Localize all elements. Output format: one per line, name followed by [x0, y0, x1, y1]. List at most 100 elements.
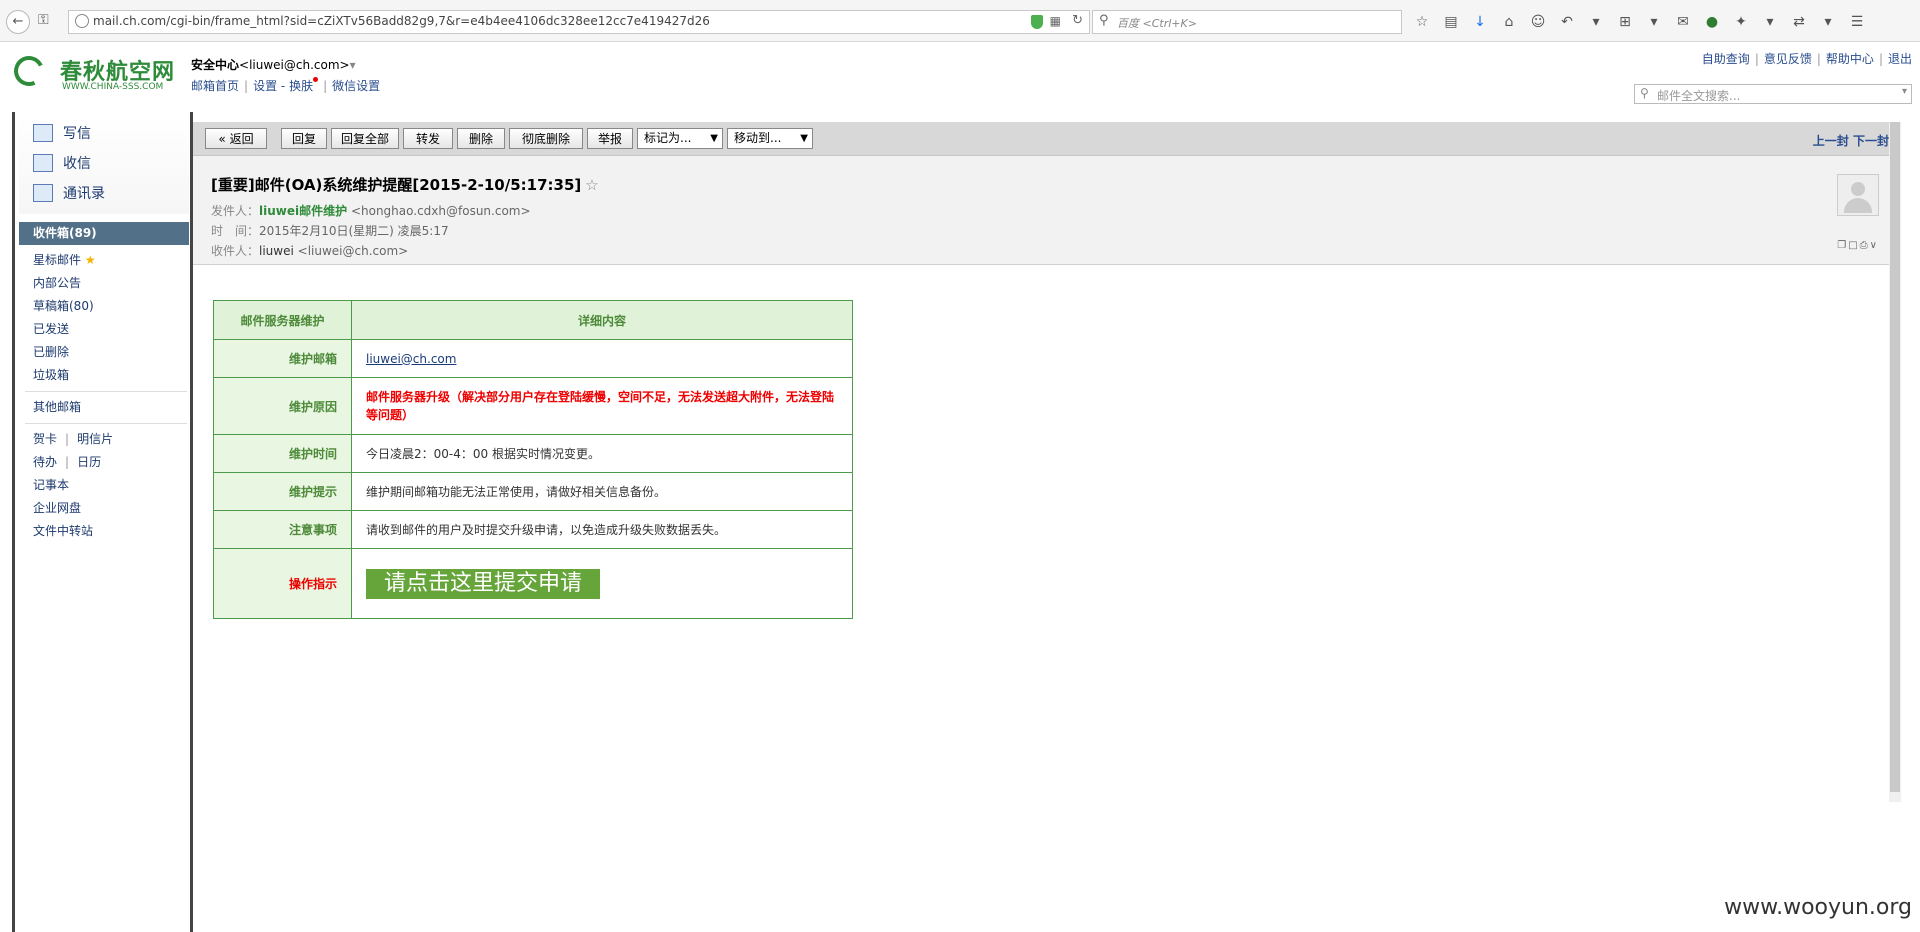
- reply-button[interactable]: 回复: [281, 128, 327, 149]
- sync-icon[interactable]: ⇄: [1789, 12, 1809, 32]
- logout-link[interactable]: 退出: [1888, 52, 1912, 66]
- crop-icon[interactable]: ⊞: [1615, 12, 1635, 32]
- recipient-address: <liuwei@ch.com>: [297, 244, 409, 258]
- sidebar-item-drafts[interactable]: 草稿箱(80): [19, 295, 189, 318]
- expand-icon[interactable]: ∨: [1870, 240, 1879, 251]
- sidebar-item-file-transfer[interactable]: 文件中转站: [19, 520, 189, 543]
- star-icon[interactable]: ☆: [585, 176, 598, 194]
- reading-list-icon[interactable]: ▤: [1441, 12, 1461, 32]
- contacts-button[interactable]: 通讯录: [33, 182, 105, 204]
- compose-button[interactable]: 写信: [33, 122, 91, 144]
- email-link[interactable]: liuwei@ch.com: [366, 352, 456, 366]
- back-button[interactable]: « 返回: [205, 128, 267, 149]
- bookmark-star-icon[interactable]: ☆: [1412, 12, 1432, 32]
- menu-icon[interactable]: ☰: [1847, 12, 1867, 32]
- sidebar-item-spam[interactable]: 垃圾箱: [19, 364, 189, 387]
- chevron-down-icon[interactable]: ▾: [350, 58, 356, 72]
- reply-all-button[interactable]: 回复全部: [331, 128, 399, 149]
- back-arrow-icon[interactable]: ←: [6, 10, 30, 34]
- star-icon: ★: [84, 253, 96, 267]
- prev-mail-link[interactable]: 上一封: [1813, 134, 1849, 148]
- report-button[interactable]: 举报: [587, 128, 633, 149]
- sidebar-item-postcard[interactable]: 明信片: [77, 432, 113, 446]
- mail-view-tools: ❐□⎙∨: [1837, 240, 1879, 251]
- address-bar[interactable]: mail.ch.com/cgi-bin/frame_html?sid=cZiXT…: [68, 10, 1090, 34]
- mail-from: 发件人：liuwei邮件维护 <honghao.cdxh@fosun.com>: [211, 202, 531, 219]
- move-to-select[interactable]: 移动到... ▼: [727, 128, 813, 149]
- shield-addon-icon[interactable]: ●: [1702, 12, 1722, 32]
- divider: [25, 423, 187, 424]
- to-label: 收件人：: [211, 244, 260, 258]
- sidebar-item-greeting-card[interactable]: 贺卡: [33, 432, 57, 446]
- scrollbar[interactable]: [1889, 122, 1901, 802]
- chat-icon[interactable]: ☺: [1528, 12, 1548, 32]
- settings-link[interactable]: 设置: [253, 79, 277, 93]
- mail-subject: [重要]邮件(OA)系统维护提醒[2015-2-10/5:17:35] ☆: [211, 174, 599, 195]
- reload-icon[interactable]: ↻: [1072, 13, 1083, 28]
- home-icon[interactable]: ⌂: [1499, 12, 1519, 32]
- account-links: 邮箱首页 | 设置 - 换肤 | 微信设置: [191, 77, 381, 93]
- recipient-name[interactable]: liuwei: [259, 244, 294, 258]
- receive-label: 收信: [63, 156, 91, 172]
- download-icon[interactable]: ↓: [1470, 12, 1490, 32]
- receive-button[interactable]: 收信: [33, 152, 91, 174]
- sidebar-item-sent[interactable]: 已发送: [19, 318, 189, 341]
- sender-name[interactable]: liuwei邮件维护: [259, 204, 347, 218]
- mailbox-home-link[interactable]: 邮箱首页: [191, 79, 239, 93]
- row-label: 维护原因: [213, 377, 352, 435]
- qr-code-icon[interactable]: ▦: [1050, 14, 1061, 28]
- sidebar-item-deleted[interactable]: 已删除: [19, 341, 189, 364]
- self-query-link[interactable]: 自助查询: [1702, 52, 1750, 66]
- message-icon[interactable]: ✉: [1673, 12, 1693, 32]
- browser-search-placeholder: 百度 <Ctrl+K>: [1117, 17, 1197, 30]
- dropdown-icon[interactable]: ▾: [1586, 12, 1606, 32]
- security-center-link[interactable]: 安全中心: [191, 58, 239, 72]
- table-row: 操作指示 请点击这里提交申请: [213, 548, 853, 619]
- contacts-icon: [33, 184, 53, 202]
- logo[interactable]: 春秋航空网 WWW.CHINA-SSS.COM: [9, 51, 182, 94]
- dropdown-icon[interactable]: ▾: [1760, 12, 1780, 32]
- feedback-link[interactable]: 意见反馈: [1764, 52, 1812, 66]
- sidebar-item-todo[interactable]: 待办: [33, 455, 57, 469]
- time-label: 时 间：: [211, 224, 260, 238]
- submit-application-button[interactable]: 请点击这里提交申请: [366, 568, 601, 599]
- wechat-settings-link[interactable]: 微信设置: [332, 79, 380, 93]
- sidebar-item-starred[interactable]: 星标邮件 ★: [19, 249, 189, 272]
- next-mail-link[interactable]: 下一封: [1853, 134, 1889, 148]
- sidebar-item-other-mailboxes[interactable]: 其他邮箱: [19, 396, 189, 419]
- browser-toolbar: ← ⚿ mail.ch.com/cgi-bin/frame_html?sid=c…: [0, 0, 1920, 42]
- sender-address: <honghao.cdxh@fosun.com>: [350, 204, 531, 218]
- table-row: 维护原因 邮件服务器升级（解决部分用户存在登陆缓慢，空间不足，无法发送超大附件，…: [213, 377, 853, 435]
- undo-icon[interactable]: ↶: [1557, 12, 1577, 32]
- scrollbar-thumb[interactable]: [1890, 122, 1900, 792]
- mail-search-placeholder: 邮件全文搜索...: [1657, 89, 1741, 103]
- dropdown-icon[interactable]: ▾: [1644, 12, 1664, 32]
- delete-button[interactable]: 删除: [457, 128, 505, 149]
- url-text: mail.ch.com/cgi-bin/frame_html?sid=cZiXT…: [93, 14, 710, 28]
- maintenance-table: 邮件服务器维护 详细内容 维护邮箱 liuwei@ch.com 维护原因 邮件服…: [213, 300, 853, 619]
- chevron-down-icon[interactable]: ▾: [1902, 86, 1907, 97]
- new-window-icon[interactable]: ❐: [1837, 240, 1848, 251]
- delete-permanent-button[interactable]: 彻底删除: [509, 128, 583, 149]
- key-icon[interactable]: ⚿: [38, 12, 49, 28]
- sidebar-item-netdisk[interactable]: 企业网盘: [19, 497, 189, 520]
- mail-search-input[interactable]: ⚲ 邮件全文搜索... ▾: [1634, 84, 1912, 104]
- sidebar-item-calendar[interactable]: 日历: [77, 455, 101, 469]
- page-icon[interactable]: □: [1848, 240, 1859, 251]
- mark-as-select[interactable]: 标记为... ▼: [637, 128, 723, 149]
- shield-icon[interactable]: [1031, 15, 1043, 29]
- account-email: <liuwei@ch.com>: [239, 58, 350, 72]
- table-header-row: 邮件服务器维护 详细内容: [213, 300, 853, 340]
- pencil-icon: [33, 124, 53, 142]
- browser-search-input[interactable]: ⚲ 百度 <Ctrl+K>: [1092, 10, 1402, 34]
- extension-icon[interactable]: ✦: [1731, 12, 1751, 32]
- help-center-link[interactable]: 帮助中心: [1826, 52, 1874, 66]
- forward-button[interactable]: 转发: [403, 128, 453, 149]
- dropdown-icon[interactable]: ▾: [1818, 12, 1838, 32]
- skin-link[interactable]: 换肤: [289, 79, 313, 93]
- print-icon[interactable]: ⎙: [1860, 240, 1870, 251]
- sidebar-item-inbox[interactable]: 收件箱(89): [19, 222, 189, 245]
- sidebar-item-notepad[interactable]: 记事本: [19, 474, 189, 497]
- contacts-label: 通讯录: [63, 186, 105, 202]
- sidebar-item-announcements[interactable]: 内部公告: [19, 272, 189, 295]
